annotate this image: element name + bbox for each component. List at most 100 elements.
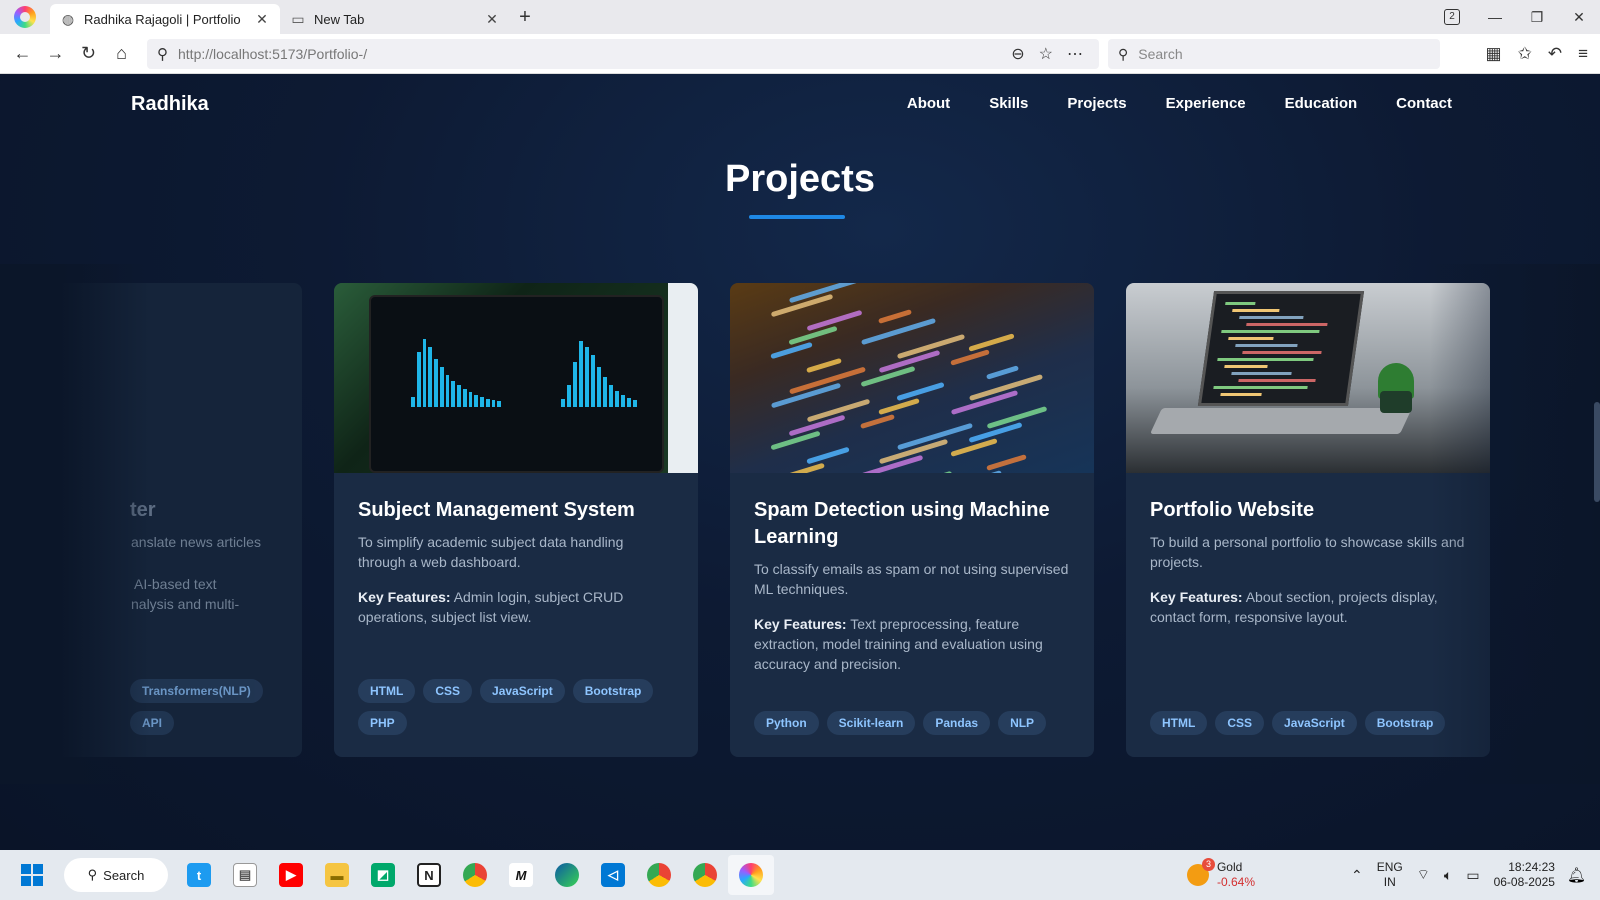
page-scrollbar[interactable] [1594,402,1600,502]
tech-tag: CSS [423,679,473,703]
project-tags: HTML CSS JavaScript Bootstrap PHP [358,679,678,735]
minimize-icon[interactable]: — [1474,9,1516,25]
tech-tag: Bootstrap [572,679,654,703]
wifi-icon[interactable]: ⌔ [1417,866,1430,884]
project-features: Key Features: Admin login, subject CRUD … [358,589,624,625]
chevron-up-icon[interactable]: ⌃ [1351,867,1363,884]
project-card[interactable]: Spam Detection using Machine Learning To… [730,283,1094,757]
nav-contact[interactable]: Contact [1396,95,1452,112]
project-tags: HTML CSS JavaScript Bootstrap [1150,711,1470,735]
web-search-box[interactable]: ⚲ Search [1108,39,1440,69]
tech-tag: HTML [1150,711,1208,735]
bookmark-star-icon[interactable]: ☆ [1039,44,1053,64]
system-tray: ⌃ ENG IN ⌔ 🔈︎ ▭ [1351,860,1480,890]
twitter-app-icon[interactable]: t [176,855,222,895]
tech-tag: JavaScript [480,679,565,703]
search-icon: ⚲ [157,46,168,63]
browser-app-icon[interactable] [728,855,774,895]
tab-new-tab[interactable]: ▭ New Tab ✕ [280,4,510,34]
code-closeup-image [730,283,1094,473]
menu-icon[interactable]: ≡ [1578,44,1588,64]
notepad-app-icon[interactable]: ▤ [222,855,268,895]
more-icon[interactable]: ⋯ [1067,44,1083,64]
undo-icon[interactable]: ↶ [1548,44,1562,64]
start-button[interactable] [0,855,64,895]
chrome-profile-icon[interactable] [636,855,682,895]
forward-icon[interactable]: → [39,43,72,64]
project-title: Subject Management System [358,499,635,521]
globe-icon: ◍ [61,11,75,27]
new-tab-page-icon: ▭ [291,11,305,27]
tech-tag: Pandas [923,711,991,735]
favorites-icon[interactable]: ✩ [1518,44,1532,64]
chrome-app-icon[interactable] [452,855,498,895]
project-description: To build a personal portfolio to showcas… [1150,534,1465,570]
toolbar-icons: ▦ ✩ ↶ ≡ [1486,34,1588,74]
tech-tag: HTML [358,679,416,703]
address-bar[interactable]: ⚲ http://localhost:5173/Portfolio-/ ⊖ ☆ … [147,39,1099,69]
project-card[interactable]: Portfolio Website To build a personal po… [1126,283,1490,757]
edge-app-icon[interactable] [544,855,590,895]
project-description: To simplify academic subject data handli… [358,534,624,570]
medium-app-icon[interactable]: M [498,855,544,895]
site-nav: About Skills Projects Experience Educati… [907,95,1452,112]
tab-portfolio[interactable]: ◍ Radhika Rajagoli | Portfolio ✕ [50,4,280,34]
vscode-app-icon[interactable]: ◁ [590,855,636,895]
browser-navbar: ← → ↻ ⌂ ⚲ http://localhost:5173/Portfoli… [0,34,1600,74]
tech-tag: Bootstrap [1364,711,1446,735]
zoom-out-icon[interactable]: ⊖ [1011,44,1024,64]
tech-tag: JavaScript [1272,711,1357,735]
close-tab-icon[interactable]: ✕ [254,11,270,28]
laptop-desk-image [1126,283,1490,473]
home-icon[interactable]: ⌂ [105,43,138,64]
file-explorer-icon[interactable]: ▬ [314,855,360,895]
browser-logo-icon[interactable] [0,0,50,34]
close-tab-icon[interactable]: ✕ [484,11,500,28]
nav-experience[interactable]: Experience [1166,95,1246,112]
section-title: Projects [725,158,875,200]
meet-app-icon[interactable]: ◩ [360,855,406,895]
youtube-app-icon[interactable]: ▶ [268,855,314,895]
widget-change: -0.64% [1216,875,1255,889]
nav-skills[interactable]: Skills [989,95,1028,112]
back-icon[interactable]: ← [6,43,39,64]
project-title: Spam Detection using Machine Learning [754,499,1050,548]
search-icon: ⚲ [87,867,98,882]
nav-projects[interactable]: Projects [1067,95,1126,112]
project-card[interactable]: Subject Management System To simplify ac… [334,283,698,757]
project-features: Key Features: About section, projects di… [1150,589,1438,625]
tech-tag: Python [754,711,819,735]
project-title: Portfolio Website [1150,499,1315,521]
widget-title: Gold [1216,860,1243,874]
notification-bell-icon[interactable]: 🔔︎ [1567,866,1586,884]
nav-about[interactable]: About [907,95,950,112]
volume-icon[interactable]: 🔈︎ [1444,867,1452,884]
clock[interactable]: 18:24:23 06-08-2025 [1494,860,1555,890]
gold-icon: 3 [1186,858,1215,886]
project-description: To classify emails as spam or not using … [754,561,1069,597]
tech-tag: Scikit-learn [826,711,916,735]
new-tab-button[interactable]: + [510,6,540,29]
carousel-fade-left [0,264,150,784]
windows-logo-icon [21,864,43,886]
tab-count-icon[interactable]: 2 [1444,9,1460,25]
restore-icon[interactable]: ❐ [1516,9,1558,26]
language-indicator[interactable]: ENG IN [1377,860,1403,890]
close-window-icon[interactable]: ✕ [1558,9,1600,26]
taskbar-search-label: Search [103,867,145,883]
taskbar-right: 3 Gold -0.64% ⌃ ENG IN ⌔ 🔈︎ ▭ 18:24:23 06-… [1186,850,1600,900]
reload-icon[interactable]: ↻ [72,43,105,64]
gold-widget[interactable]: 3 Gold -0.64% [1186,858,1255,890]
notion-app-icon[interactable]: N [406,855,452,895]
portfolio-page: Radhika About Skills Projects Experience… [0,74,1600,850]
taskbar-search[interactable]: ⚲ Search [64,858,168,892]
battery-icon[interactable]: ▭ [1466,867,1479,884]
tech-tag: NLP [998,711,1047,735]
tech-tag: CSS [1215,711,1265,735]
url-text[interactable]: http://localhost:5173/Portfolio-/ [178,46,1011,62]
apps-grid-icon[interactable]: ▦ [1486,44,1502,64]
chrome-profile-2-icon[interactable] [682,855,728,895]
search-icon: ⚲ [1118,45,1129,62]
site-brand[interactable]: Radhika [131,93,209,116]
nav-education[interactable]: Education [1285,95,1358,112]
